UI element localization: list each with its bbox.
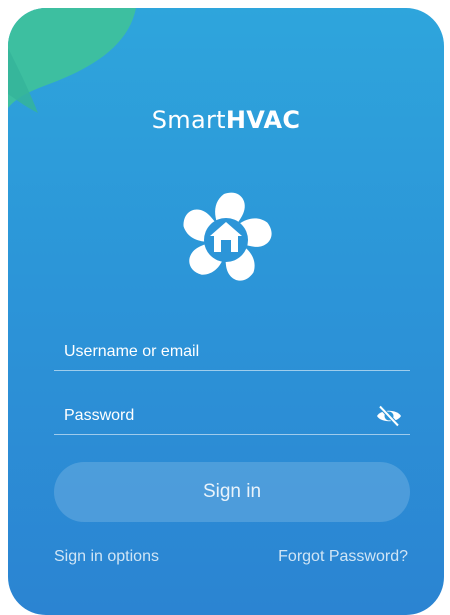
brand-name-bold: HVAC xyxy=(225,106,301,134)
forgot-password-link[interactable]: Forgot Password? xyxy=(278,548,408,566)
eye-slash-icon[interactable] xyxy=(376,404,402,428)
sign-in-options-link[interactable]: Sign in options xyxy=(54,548,159,566)
login-card: SmartHVAC Sign in Sign in options Forgot… xyxy=(8,8,444,615)
leaf-decoration-icon xyxy=(8,8,136,113)
sign-in-button[interactable]: Sign in xyxy=(54,462,410,522)
brand-name-light: Smart xyxy=(151,106,226,134)
username-field xyxy=(54,330,410,371)
brand-title: SmartHVAC xyxy=(8,106,444,134)
fan-house-logo-icon xyxy=(183,192,272,281)
password-field xyxy=(54,394,410,435)
username-input[interactable] xyxy=(64,340,364,364)
password-input[interactable] xyxy=(64,404,364,428)
